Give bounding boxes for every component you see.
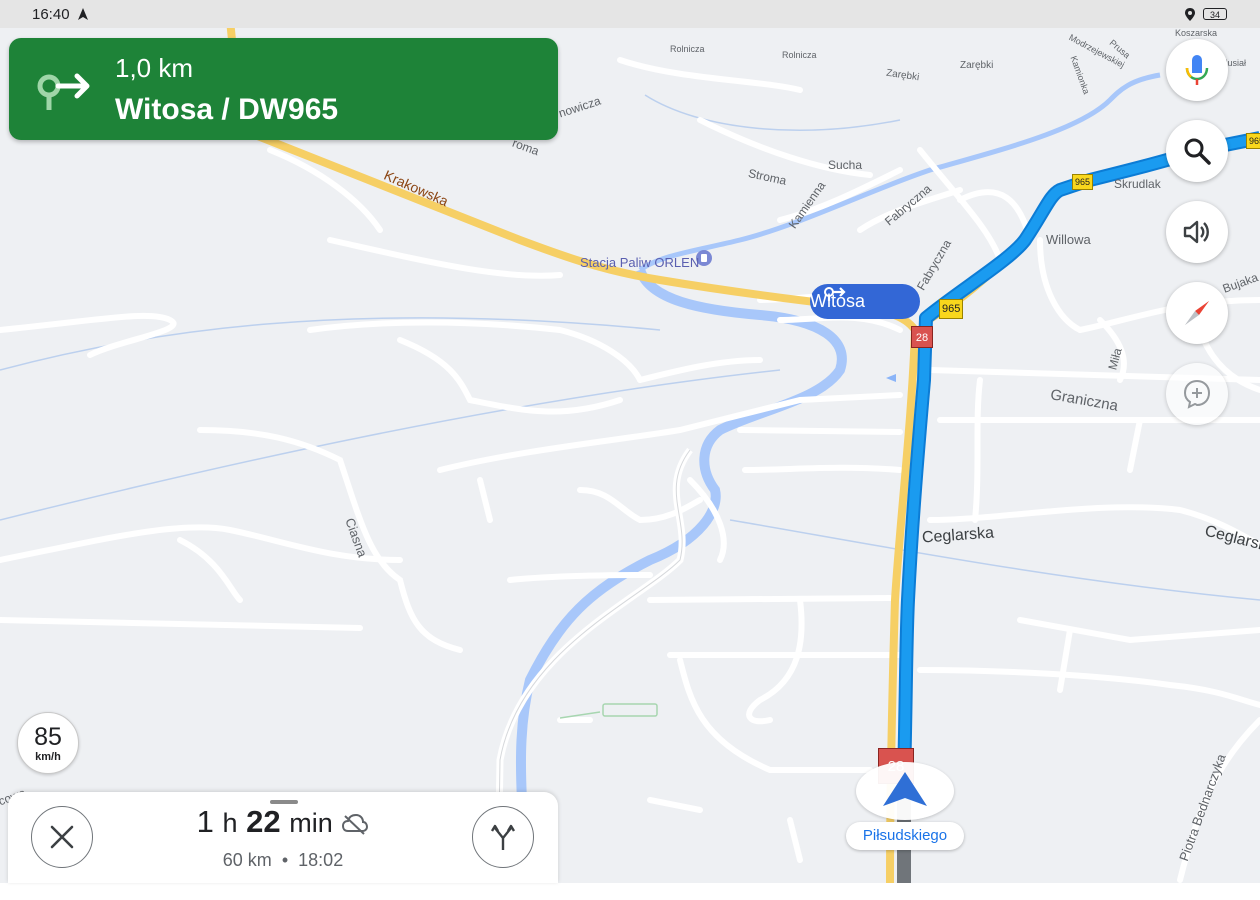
eta-minutes-unit: min [289,808,333,838]
eta-arrival-time: 18:02 [298,850,344,870]
status-time: 16:40 [32,6,70,23]
road-shield-965-3: 965 [1246,133,1260,149]
speed-limit-sign: 85 km/h [17,712,79,774]
location-pin-icon [1185,8,1195,21]
compass-button[interactable] [1166,282,1228,344]
map-label-zarebki-2: Zarębki [960,60,994,71]
current-street-label: Piłsudskiego [846,822,964,850]
map-label-rolnicza-2: Rolnicza [782,50,817,60]
map-label-koszarska: Koszarska [1175,28,1218,38]
turn-right-icon [824,287,846,301]
road-shield-965-2: 965 [1072,174,1094,190]
trip-summary-panel[interactable]: 1 h 22 min 60 km • 18:02 [8,792,558,883]
volume-icon [1183,220,1209,244]
road-shield-28: 28 [911,326,933,348]
add-report-icon [1183,379,1211,409]
bottom-strip [0,883,1260,900]
next-instruction-banner[interactable]: 1,0 km Witosa / DW965 [9,38,558,140]
add-report-button[interactable] [1166,363,1228,425]
eta-minutes: 22 [246,804,281,839]
speed-limit-value: 85 [34,723,62,751]
eta-hours: 1 [196,804,214,839]
voice-search-button[interactable] [1166,39,1228,101]
cloud-off-icon [342,813,369,835]
instruction-street: Witosa / DW965 [115,93,339,126]
compass-icon [1185,301,1209,325]
eta-distance: 60 km [222,850,272,870]
alternate-routes-button[interactable] [472,806,534,868]
eta-details: 60 km • 18:02 [8,850,558,871]
instruction-distance: 1,0 km [115,53,194,83]
map-label-rolnicza: Rolnicza [670,44,705,54]
turn-right-icon [37,73,90,110]
current-location-arrow-icon [883,772,927,806]
road-shield-965: 965 [939,299,964,319]
route-callout-witosa[interactable]: Witosa [810,284,920,319]
sound-button[interactable] [1166,201,1228,263]
status-bar: 16:40 34 [0,0,1260,28]
microphone-icon [1185,55,1209,85]
eta-hours-unit: h [222,808,238,838]
main-road [226,19,919,883]
eta-separator: • [281,850,289,870]
map-label-station: Stacja Paliw ORLEN [580,255,700,270]
fork-routes-icon [490,824,516,850]
battery-indicator: 34 [1203,8,1227,20]
map-label-sucha: Sucha [828,158,863,172]
search-button[interactable] [1166,120,1228,182]
map-label-willowa: Willowa [1046,232,1091,247]
map-label-skrudlak: Skrudlak [1114,177,1161,191]
speed-limit-unit: km/h [35,751,61,763]
navigation-arrow-icon [78,8,88,20]
search-icon [1184,138,1211,165]
